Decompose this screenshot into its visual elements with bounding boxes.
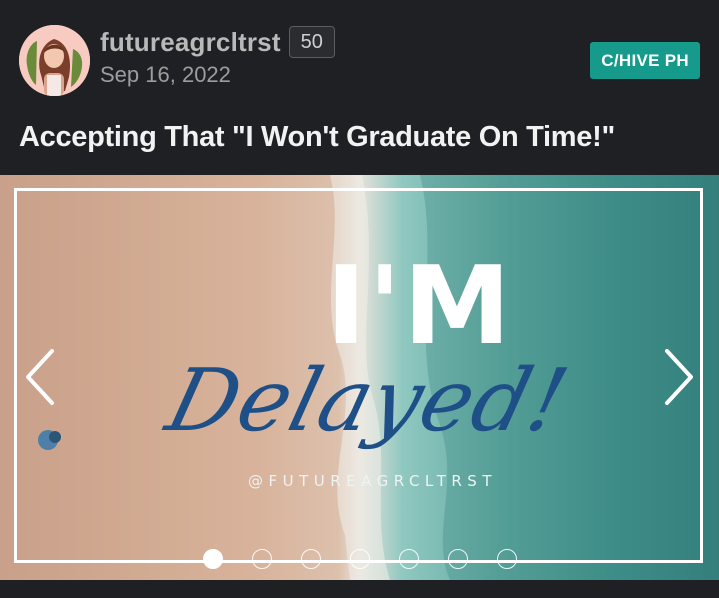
post-header: futureagrcltrst 50 Sep 16, 2022 C/HIVE P… <box>0 0 719 110</box>
author-name[interactable]: futureagrcltrst <box>100 27 281 58</box>
previous-slide-button[interactable] <box>20 345 60 409</box>
carousel-dot[interactable] <box>350 549 370 569</box>
slide-handle: @FUTUREAGRCLTRST <box>248 472 497 490</box>
community-tag[interactable]: C/HIVE PH <box>590 42 700 79</box>
author-avatar[interactable] <box>19 25 90 96</box>
post-date[interactable]: Sep 16, 2022 <box>100 62 231 88</box>
post-title[interactable]: Accepting That "I Won't Graduate On Time… <box>19 121 615 154</box>
carousel-dot[interactable] <box>497 549 517 569</box>
carousel-dot[interactable] <box>399 549 419 569</box>
next-slide-button[interactable] <box>659 345 699 409</box>
slide-text-script: Delayed! <box>157 351 579 451</box>
carousel-pagination <box>203 549 517 569</box>
carousel-dot[interactable] <box>252 549 272 569</box>
slide-text-big: I'M <box>326 244 513 369</box>
reputation-badge: 50 <box>288 26 335 58</box>
carousel-dot[interactable] <box>203 549 223 569</box>
chevron-right-icon <box>665 349 693 405</box>
carousel-dot[interactable] <box>448 549 468 569</box>
image-carousel[interactable]: I'M Delayed! @FUTUREAGRCLTRST <box>0 175 719 580</box>
carousel-dot[interactable] <box>301 549 321 569</box>
chevron-left-icon <box>26 349 54 405</box>
author-row: futureagrcltrst 50 <box>100 26 335 58</box>
